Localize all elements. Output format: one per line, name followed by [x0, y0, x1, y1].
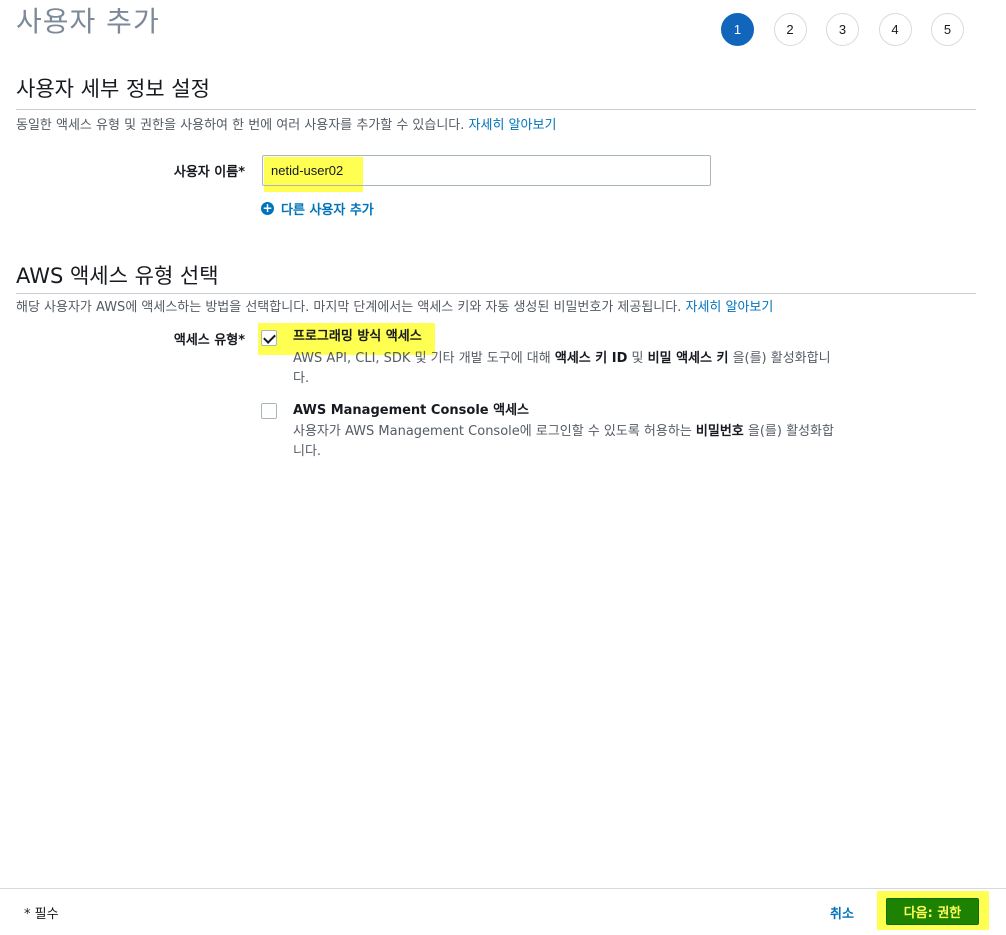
- user-details-description: 동일한 액세스 유형 및 권한을 사용하여 한 번에 여러 사용자를 추가할 수…: [16, 117, 556, 135]
- programmatic-access-description: AWS API, CLI, SDK 및 기타 개발 도구에 대해 액세스 키 I…: [293, 349, 838, 389]
- plus-circle-icon: +: [261, 201, 274, 215]
- section-divider: [16, 293, 976, 294]
- access-type-description-text: 해당 사용자가 AWS에 액세스하는 방법을 선택합니다. 마지막 단계에서는 …: [16, 300, 682, 315]
- access-type-label: 액세스 유형*: [173, 333, 245, 348]
- username-label: 사용자 이름*: [173, 165, 245, 180]
- console-access-description: 사용자가 AWS Management Console에 로그인할 수 있도록 …: [293, 422, 838, 462]
- desc-text: AWS API, CLI, SDK 및 기타 개발 도구에 대해: [293, 351, 555, 366]
- step-1[interactable]: 1: [721, 13, 754, 46]
- add-another-user-label: 다른 사용자 추가: [281, 203, 374, 218]
- console-access-checkbox[interactable]: [261, 403, 277, 419]
- learn-more-link[interactable]: 자세히 알아보기: [686, 300, 774, 315]
- desc-bold: 비밀번호: [695, 424, 744, 439]
- required-note: * 필수: [24, 907, 59, 922]
- footer-divider: [0, 888, 1006, 889]
- desc-text: 및: [627, 351, 648, 366]
- page-title: 사용자 추가: [16, 5, 160, 38]
- cancel-button[interactable]: 취소: [830, 903, 854, 922]
- programmatic-access-title: 프로그래밍 방식 액세스: [293, 329, 422, 344]
- programmatic-access-checkbox[interactable]: [261, 330, 277, 346]
- learn-more-link[interactable]: 자세히 알아보기: [469, 118, 557, 133]
- next-permissions-button[interactable]: 다음: 권한: [886, 898, 979, 925]
- access-type-description: 해당 사용자가 AWS에 액세스하는 방법을 선택합니다. 마지막 단계에서는 …: [16, 299, 773, 317]
- user-details-description-text: 동일한 액세스 유형 및 권한을 사용하여 한 번에 여러 사용자를 추가할 수…: [16, 118, 465, 133]
- console-access-title: AWS Management Console 액세스: [293, 403, 529, 418]
- desc-bold: 비밀 액세스 키: [647, 351, 729, 366]
- step-5[interactable]: 5: [931, 13, 964, 46]
- step-3[interactable]: 3: [826, 13, 859, 46]
- section-divider: [16, 109, 976, 110]
- step-2[interactable]: 2: [773, 13, 807, 46]
- step-4[interactable]: 4: [878, 13, 912, 46]
- add-another-user-button[interactable]: + 다른 사용자 추가: [261, 199, 374, 218]
- desc-bold: 액세스 키 ID: [554, 351, 628, 366]
- desc-text: 사용자가 AWS Management Console에 로그인할 수 있도록 …: [293, 424, 696, 439]
- access-type-title: AWS 액세스 유형 선택: [16, 264, 219, 288]
- step-indicator: 1 2 3 4 5: [721, 13, 984, 46]
- user-details-title: 사용자 세부 정보 설정: [16, 77, 210, 101]
- username-input[interactable]: [262, 155, 711, 186]
